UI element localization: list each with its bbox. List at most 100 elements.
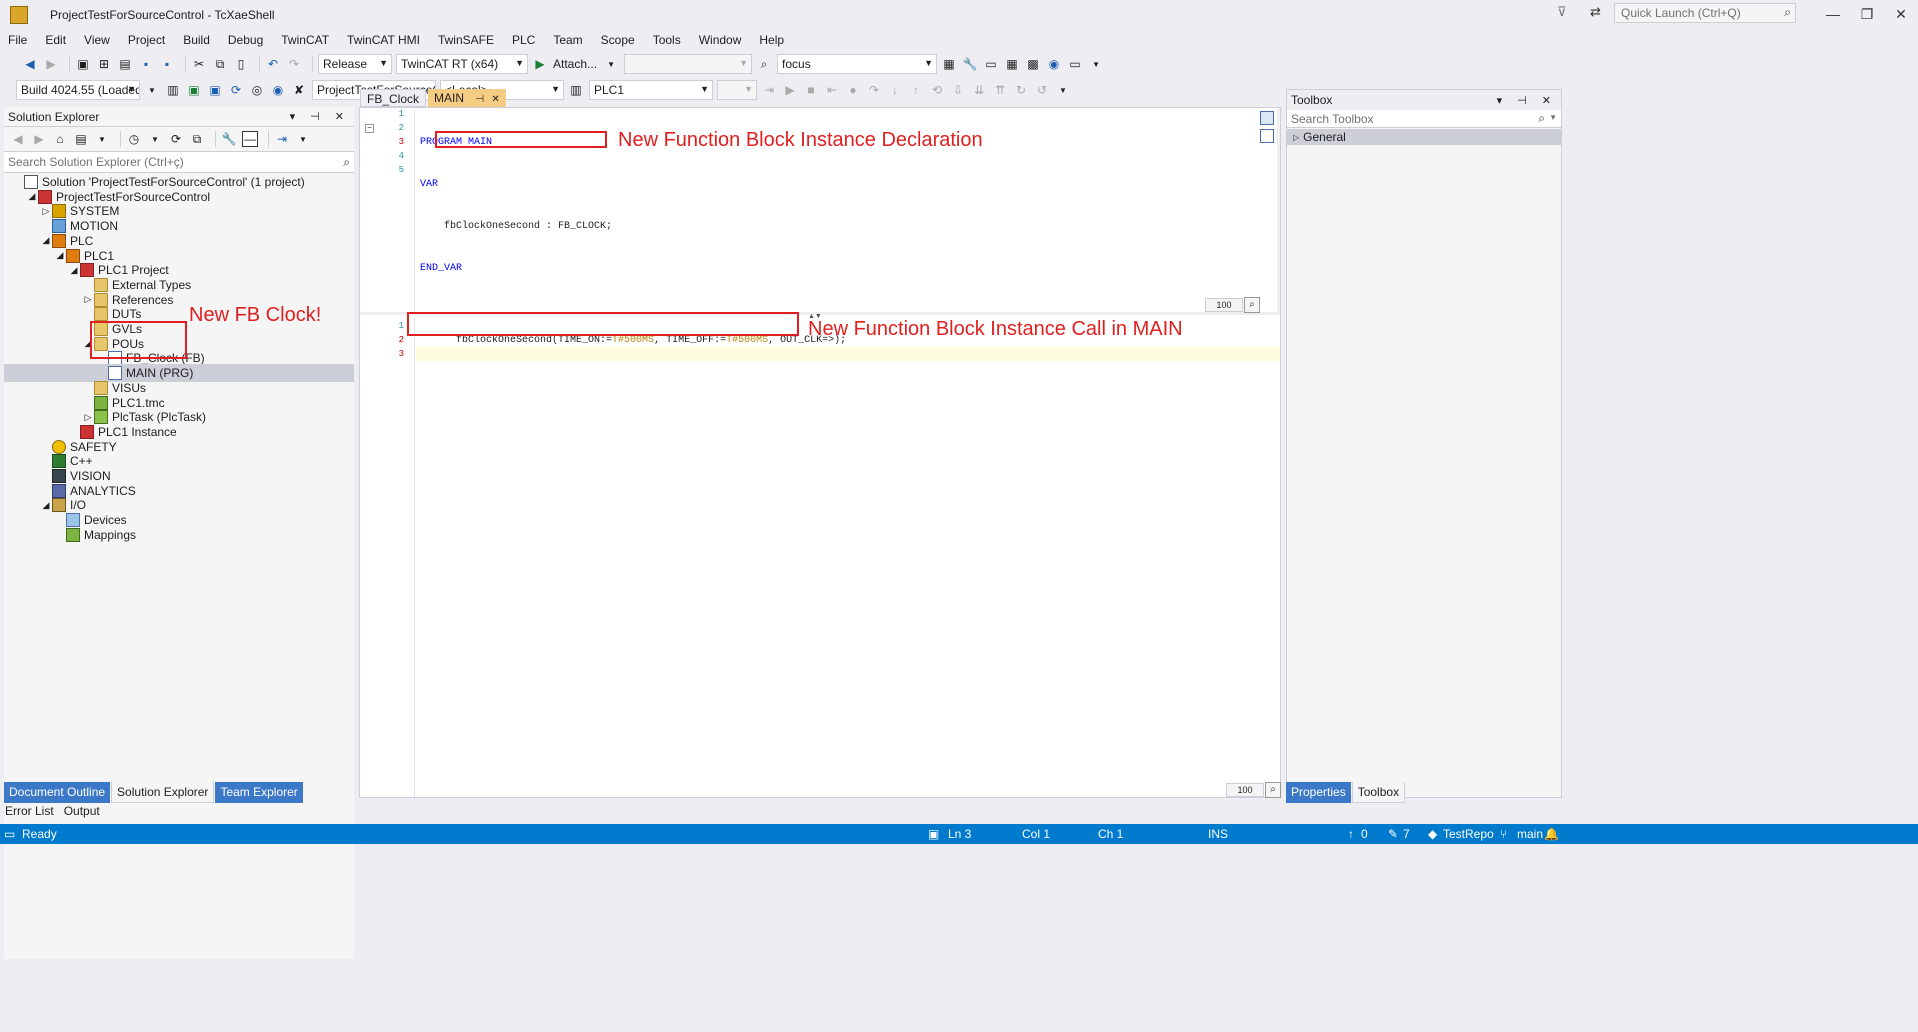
restore-button[interactable]: ❐ bbox=[1852, 4, 1882, 24]
collapse-all-icon[interactable]: ⧉ bbox=[189, 131, 205, 147]
toolbox-search-input[interactable]: Search Toolbox ⌕ ▼ bbox=[1287, 110, 1561, 128]
zoom-level[interactable]: 100 bbox=[1226, 783, 1264, 797]
expanded-arrow-icon[interactable]: ◢ bbox=[40, 235, 52, 246]
close-icon[interactable]: ✕ bbox=[491, 94, 499, 105]
grid-icon[interactable]: ▦ bbox=[1004, 56, 1020, 72]
menu-team[interactable]: Team bbox=[553, 33, 593, 47]
minimize-button[interactable]: — bbox=[1818, 4, 1848, 24]
undo-icon[interactable]: ↶ bbox=[265, 56, 281, 72]
logout-icon[interactable]: ⇤ bbox=[824, 82, 840, 98]
configuration-select[interactable]: Release ▼ bbox=[318, 54, 392, 74]
forward-icon[interactable]: ▶ bbox=[43, 56, 59, 72]
copy-icon[interactable]: ⧉ bbox=[212, 56, 228, 72]
bell-icon[interactable]: 🔔 bbox=[1544, 827, 1559, 841]
solution-explorer-search-input[interactable]: Search Solution Explorer (Ctrl+ç) ⌕ bbox=[4, 151, 354, 173]
paste-icon[interactable]: ▯ bbox=[233, 56, 249, 72]
stop-icon[interactable]: ■ bbox=[803, 82, 819, 98]
pending-changes-filter-icon[interactable]: ◷ bbox=[126, 131, 142, 147]
menu-help[interactable]: Help bbox=[759, 33, 795, 47]
new-project-icon[interactable]: ▣ bbox=[75, 56, 91, 72]
instance-select[interactable]: ▼ bbox=[717, 80, 757, 100]
menu-scope[interactable]: Scope bbox=[601, 33, 646, 47]
write-values-icon[interactable]: ⇩ bbox=[950, 82, 966, 98]
feedback-icon[interactable]: ⇄ bbox=[1590, 4, 1601, 20]
search-icon[interactable]: ⌕ bbox=[1538, 111, 1545, 126]
back-icon[interactable]: ◀ bbox=[22, 56, 38, 72]
toolbox-group-general[interactable]: ▷ General bbox=[1287, 129, 1561, 145]
toggle-free-run-icon[interactable]: ✘ bbox=[291, 82, 307, 98]
expanded-arrow-icon[interactable]: ◢ bbox=[40, 500, 52, 511]
panel-controls[interactable]: ▾ ⊣ ✕ bbox=[1497, 94, 1557, 107]
chevron-down-icon[interactable]: ▼ bbox=[295, 131, 311, 147]
menu-twinsafe[interactable]: TwinSAFE bbox=[438, 33, 505, 47]
close-button[interactable]: ✕ bbox=[1886, 4, 1916, 24]
menu-twincat[interactable]: TwinCAT bbox=[281, 33, 340, 47]
overflow-icon[interactable]: ▼ bbox=[1055, 82, 1071, 98]
scan-icon[interactable]: ◉ bbox=[270, 82, 286, 98]
implementation-pane[interactable]: 1 2 3 fbClockOneSecond(TIME_ON:=T#500MS,… bbox=[360, 318, 1281, 798]
start-icon[interactable]: ▶ bbox=[782, 82, 798, 98]
branch-icon[interactable]: ⑂ bbox=[1500, 827, 1507, 841]
toolbox-icon[interactable]: ▩ bbox=[1025, 56, 1041, 72]
collapsed-arrow-icon[interactable]: ▷ bbox=[82, 294, 94, 305]
refresh-icon[interactable]: ◉ bbox=[1046, 56, 1062, 72]
filter-icon[interactable]: ⊽ bbox=[1557, 4, 1567, 20]
preview-icon[interactable]: — bbox=[242, 131, 258, 147]
branch-name[interactable]: main bbox=[1517, 827, 1543, 841]
screen-icon[interactable]: ▭ bbox=[983, 56, 999, 72]
window-icon[interactable]: ▦ bbox=[941, 56, 957, 72]
repo-icon[interactable]: ◆ bbox=[1428, 827, 1437, 841]
switch-views-icon[interactable]: ▤ bbox=[73, 131, 89, 147]
find-combo[interactable]: focus ▼ bbox=[777, 54, 938, 74]
quick-launch-input[interactable]: Quick Launch (Ctrl+Q) ⌕ bbox=[1614, 3, 1796, 23]
chevron-down-icon[interactable]: ▼ bbox=[147, 131, 163, 147]
unpublished-commits[interactable]: 0 bbox=[1361, 827, 1368, 841]
chevron-down-icon[interactable]: ▼ bbox=[603, 56, 619, 72]
tree-item[interactable]: Mappings bbox=[4, 526, 354, 544]
expanded-arrow-icon[interactable]: ◢ bbox=[68, 265, 80, 276]
plc-select[interactable]: PLC1 ▼ bbox=[589, 80, 713, 100]
open-file-icon[interactable]: ▤ bbox=[117, 56, 133, 72]
unforce-icon[interactable]: ⇈ bbox=[992, 82, 1008, 98]
breakpoint-icon[interactable]: ● bbox=[845, 82, 861, 98]
fold-icon[interactable]: − bbox=[365, 124, 374, 133]
menu-project[interactable]: Project bbox=[128, 33, 176, 47]
table-view-icon[interactable] bbox=[1260, 129, 1274, 143]
home-icon[interactable]: ⌂ bbox=[52, 131, 68, 147]
panel-controls[interactable]: ▾ ⊣ ✕ bbox=[290, 110, 350, 123]
redo-icon[interactable]: ↷ bbox=[286, 56, 302, 72]
search-icon[interactable]: ⌕ bbox=[1784, 5, 1791, 20]
config-mode-icon[interactable]: ▣ bbox=[207, 82, 223, 98]
menu-build[interactable]: Build bbox=[183, 33, 221, 47]
tab-document-outline[interactable]: Document Outline bbox=[4, 782, 111, 803]
back-icon[interactable]: ◀ bbox=[10, 131, 26, 147]
device-icon[interactable]: ▭ bbox=[1067, 56, 1083, 72]
activate-config-icon[interactable]: ▥ bbox=[165, 82, 181, 98]
find-in-files-icon[interactable]: ⌕ bbox=[756, 56, 772, 72]
tab-fb-clock[interactable]: FB_Clock bbox=[360, 89, 427, 107]
menu-plc[interactable]: PLC bbox=[512, 33, 546, 47]
overflow-icon[interactable]: ▼ bbox=[1088, 56, 1104, 72]
overflow-icon[interactable]: ▼ bbox=[144, 82, 160, 98]
scrollbar[interactable] bbox=[1277, 108, 1280, 312]
sync-icon[interactable]: ⟳ bbox=[168, 131, 184, 147]
tab-team-explorer[interactable]: Team Explorer bbox=[215, 782, 303, 803]
expanded-arrow-icon[interactable]: ◢ bbox=[26, 191, 38, 202]
tab-main[interactable]: MAIN ⊣ ✕ bbox=[428, 89, 506, 107]
tab-toolbox[interactable]: Toolbox bbox=[1351, 782, 1406, 803]
cycle-icon[interactable]: ↻ bbox=[1013, 82, 1029, 98]
chevron-down-icon[interactable]: ▼ bbox=[94, 131, 110, 147]
build-select[interactable]: Build 4024.55 (Loaded) ▼ bbox=[16, 80, 140, 100]
declaration-view-icon[interactable] bbox=[1260, 111, 1274, 125]
menu-window[interactable]: Window bbox=[699, 33, 753, 47]
tab-output[interactable]: Output bbox=[59, 802, 105, 820]
step-into-icon[interactable]: ↓ bbox=[887, 82, 903, 98]
menu-edit[interactable]: Edit bbox=[45, 33, 77, 47]
login-icon[interactable]: ⇥ bbox=[761, 82, 777, 98]
cut-icon[interactable]: ✂ bbox=[191, 56, 207, 72]
add-item-icon[interactable]: ⊞ bbox=[96, 56, 112, 72]
save-icon[interactable]: ▪ bbox=[138, 56, 154, 72]
forward-icon[interactable]: ▶ bbox=[31, 131, 47, 147]
menu-debug[interactable]: Debug bbox=[228, 33, 274, 47]
wrench-icon[interactable]: 🔧 bbox=[962, 56, 978, 72]
